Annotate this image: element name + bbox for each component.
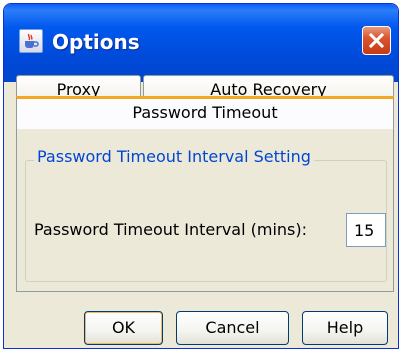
interval-input[interactable] xyxy=(346,213,386,247)
window-title: Options xyxy=(52,30,140,54)
group-title: Password Timeout Interval Setting xyxy=(34,147,314,167)
interval-label: Password Timeout Interval (mins): xyxy=(34,220,308,239)
help-button[interactable]: Help xyxy=(302,311,388,345)
title-bar[interactable]: Options xyxy=(4,4,398,82)
close-icon xyxy=(368,32,385,49)
java-cup-icon xyxy=(19,29,43,53)
options-dialog: Options Proxy Auto Recovery Password Tim… xyxy=(3,3,399,349)
cancel-button[interactable]: Cancel xyxy=(176,311,289,345)
ok-button[interactable]: OK xyxy=(84,311,163,345)
close-button[interactable] xyxy=(362,26,391,55)
tab-password-timeout[interactable]: Password Timeout xyxy=(16,96,394,129)
